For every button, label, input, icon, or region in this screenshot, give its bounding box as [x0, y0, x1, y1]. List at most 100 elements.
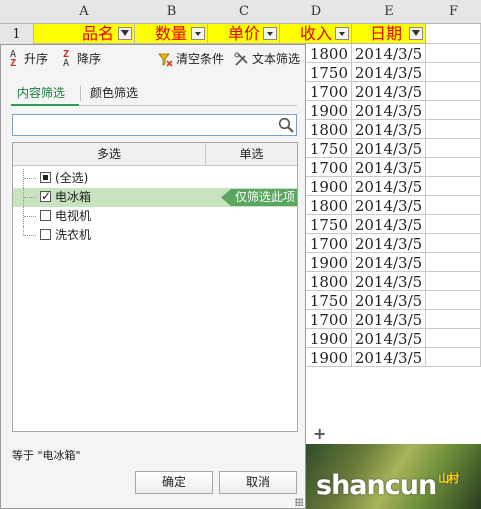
income-cell[interactable]: 1900	[306, 253, 352, 272]
empty-cell[interactable]	[426, 234, 481, 253]
income-cell[interactable]: 1900	[306, 329, 352, 348]
checkbox-checked[interactable]	[40, 187, 51, 206]
date-cell[interactable]: 2014/3/5	[352, 329, 426, 348]
empty-cell[interactable]	[426, 253, 481, 272]
row-number[interactable]: 1	[0, 24, 34, 46]
income-cell[interactable]: 1800	[306, 120, 352, 139]
date-cell[interactable]: 2014/3/5	[352, 215, 426, 234]
sort-descending-button[interactable]: ZA 降序	[63, 49, 101, 69]
search-icon[interactable]	[278, 117, 294, 133]
income-cell[interactable]: 1750	[306, 291, 352, 310]
date-cell[interactable]: 2014/3/5	[352, 272, 426, 291]
empty-cell[interactable]	[426, 101, 481, 120]
corner-cell[interactable]	[0, 0, 34, 24]
income-cell[interactable]: 1800	[306, 196, 352, 215]
income-cell[interactable]: 1750	[306, 215, 352, 234]
empty-cell[interactable]	[426, 215, 481, 234]
empty-cell[interactable]	[426, 272, 481, 291]
income-cell[interactable]: 1900	[306, 177, 352, 196]
list-item-tv[interactable]: 电视机	[13, 207, 297, 226]
tab-color-filter[interactable]: 颜色筛选	[90, 82, 138, 104]
single-select-header[interactable]: 单选	[206, 143, 297, 165]
column-header-c[interactable]: C	[208, 0, 281, 24]
list-item-select-all[interactable]: (全选)	[13, 169, 297, 188]
income-cell[interactable]: 1800	[306, 44, 352, 63]
empty-cell[interactable]	[426, 63, 481, 82]
active-tab-indicator	[11, 104, 79, 106]
empty-cell[interactable]	[426, 291, 481, 310]
header-cell-product[interactable]: 品名	[34, 24, 135, 44]
date-cell[interactable]: 2014/3/5	[352, 158, 426, 177]
income-cell[interactable]: 1800	[306, 272, 352, 291]
date-cell[interactable]: 2014/3/5	[352, 310, 426, 329]
header-cell-income[interactable]: 收入	[280, 24, 352, 44]
date-cell[interactable]: 2014/3/5	[352, 348, 426, 367]
filter-dropdown-icon[interactable]	[191, 27, 205, 40]
list-item-fridge[interactable]: 电冰箱 仅筛选此项	[13, 187, 297, 207]
text-filter-button[interactable]: 文本筛选	[234, 49, 300, 69]
income-cell[interactable]: 1700	[306, 158, 352, 177]
date-cell[interactable]: 2014/3/5	[352, 253, 426, 272]
filter-dropdown-icon[interactable]	[263, 27, 277, 40]
income-cell[interactable]: 1700	[306, 310, 352, 329]
header-cell-label: 日期	[370, 24, 403, 43]
income-cell[interactable]: 1700	[306, 82, 352, 101]
search-input[interactable]	[12, 114, 297, 136]
header-cell-price[interactable]: 单价	[208, 24, 280, 44]
tree-line	[23, 226, 38, 236]
date-cell[interactable]: 2014/3/5	[352, 44, 426, 63]
header-cell-date[interactable]: 日期	[352, 24, 426, 44]
date-cell[interactable]: 2014/3/5	[352, 234, 426, 253]
text-filter-icon	[234, 52, 248, 66]
income-cell[interactable]: 1750	[306, 63, 352, 82]
date-cell[interactable]: 2014/3/5	[352, 139, 426, 158]
filter-dropdown-icon[interactable]	[335, 27, 349, 40]
column-header-a[interactable]: A	[33, 0, 136, 24]
date-cell[interactable]: 2014/3/5	[352, 120, 426, 139]
resize-grip-icon[interactable]	[295, 498, 303, 506]
cancel-button[interactable]: 取消	[219, 471, 297, 494]
date-cell[interactable]: 2014/3/5	[352, 177, 426, 196]
clear-conditions-label: 清空条件	[176, 52, 225, 66]
checkbox-unchecked[interactable]	[40, 229, 51, 240]
date-cell[interactable]: 2014/3/5	[352, 63, 426, 82]
column-header-b[interactable]: B	[135, 0, 209, 24]
tab-content-filter[interactable]: 内容筛选	[17, 82, 65, 104]
sort-ascending-button[interactable]: AZ 升序	[10, 49, 48, 69]
empty-cell[interactable]	[426, 139, 481, 158]
ok-button[interactable]: 确定	[135, 471, 213, 494]
column-header-d[interactable]: D	[280, 0, 353, 24]
only-filter-this-button[interactable]: 仅筛选此项	[221, 189, 297, 206]
filter-active-icon[interactable]	[118, 27, 132, 40]
list-item-washer[interactable]: 洗衣机	[13, 226, 297, 245]
column-header-e[interactable]: E	[352, 0, 427, 24]
empty-cell[interactable]	[426, 158, 481, 177]
checkbox-unchecked[interactable]	[40, 210, 51, 221]
multi-select-header[interactable]: 多选	[13, 143, 206, 165]
clear-conditions-button[interactable]: 清空条件	[158, 49, 224, 69]
empty-cell[interactable]	[426, 329, 481, 348]
add-sheet-button[interactable]: +	[313, 424, 326, 443]
date-cell[interactable]: 2014/3/5	[352, 101, 426, 120]
empty-cell[interactable]	[426, 310, 481, 329]
header-cell-quantity[interactable]: 数量	[135, 24, 208, 44]
filter-active-icon[interactable]	[409, 27, 423, 40]
income-cell[interactable]: 1900	[306, 348, 352, 367]
list-item-label: (全选)	[55, 171, 89, 185]
empty-cell[interactable]	[426, 82, 481, 101]
date-cell[interactable]: 2014/3/5	[352, 291, 426, 310]
sort-ascending-icon: AZ	[10, 49, 17, 69]
checkbox-partial[interactable]	[40, 172, 51, 183]
empty-cell[interactable]	[426, 120, 481, 139]
income-cell[interactable]: 1700	[306, 234, 352, 253]
date-cell[interactable]: 2014/3/5	[352, 196, 426, 215]
income-cell[interactable]: 1900	[306, 101, 352, 120]
empty-cell[interactable]	[426, 24, 481, 44]
column-header-f[interactable]: F	[426, 0, 481, 24]
empty-cell[interactable]	[426, 196, 481, 215]
empty-cell[interactable]	[426, 177, 481, 196]
empty-cell[interactable]	[426, 348, 481, 367]
date-cell[interactable]: 2014/3/5	[352, 82, 426, 101]
empty-cell[interactable]	[426, 44, 481, 63]
income-cell[interactable]: 1750	[306, 139, 352, 158]
